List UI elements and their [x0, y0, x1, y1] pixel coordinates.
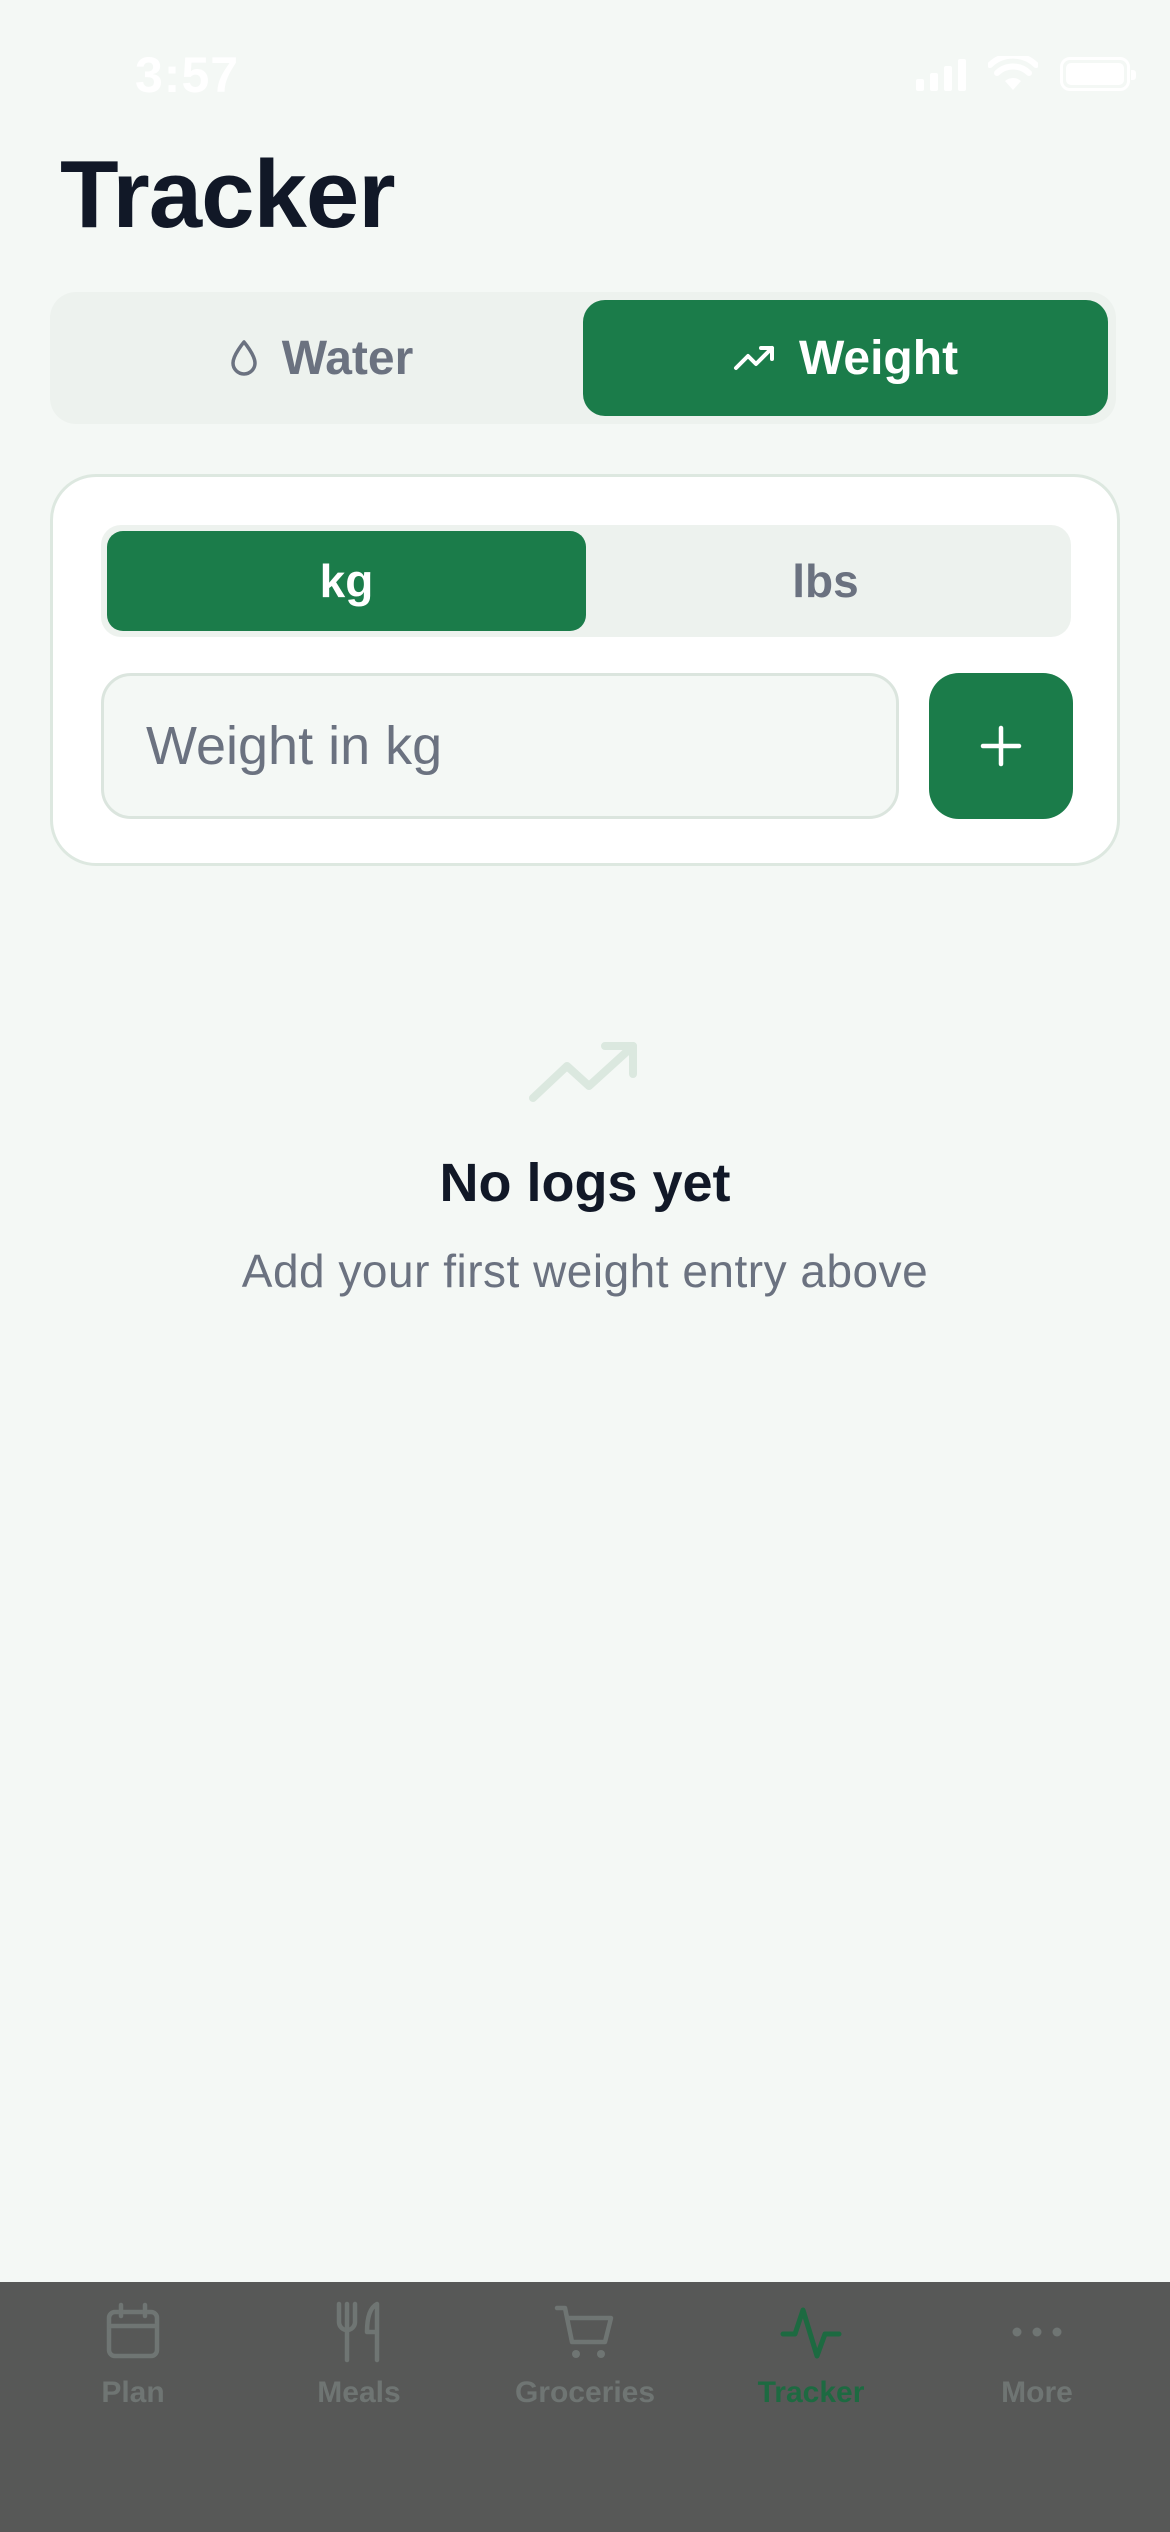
tab-water-label: Water — [281, 331, 414, 385]
calendar-icon — [106, 2302, 160, 2359]
tab-weight[interactable]: Weight — [583, 300, 1108, 416]
add-weight-button[interactable] — [929, 673, 1073, 819]
unit-switch: kg lbs — [101, 525, 1071, 637]
tab-plan-label: Plan — [101, 2376, 165, 2409]
tab-tracker-label: Tracker — [757, 2376, 865, 2409]
status-bar: 3:57 — [0, 0, 1170, 150]
cart-icon — [554, 2305, 614, 2358]
utensils-icon — [336, 2301, 380, 2363]
tab-water[interactable]: Water — [58, 300, 583, 416]
activity-icon — [780, 2307, 842, 2359]
tab-groceries[interactable]: Groceries — [472, 2300, 698, 2532]
status-icons — [916, 56, 1136, 92]
weight-input[interactable] — [101, 673, 899, 819]
tab-more[interactable]: More — [924, 2300, 1150, 2532]
wifi-icon — [988, 56, 1038, 90]
droplet-icon — [230, 340, 257, 376]
battery-icon — [1060, 57, 1136, 91]
status-time: 3:57 — [135, 47, 240, 103]
tab-meals[interactable]: Meals — [246, 2300, 472, 2532]
tab-more-label: More — [1001, 2376, 1073, 2409]
plus-icon — [980, 725, 1022, 767]
more-dots-icon — [1012, 2327, 1062, 2337]
empty-state-subtitle: Add your first weight entry above — [241, 1245, 929, 1297]
tab-tracker[interactable]: Tracker — [698, 2300, 924, 2532]
trending-up-icon — [529, 1042, 637, 1102]
unit-kg-button[interactable]: kg — [107, 531, 586, 631]
trending-up-icon — [733, 346, 774, 370]
tab-meals-label: Meals — [317, 2376, 401, 2409]
tab-groceries-label: Groceries — [514, 2376, 656, 2409]
weight-entry-card: kg lbs — [50, 474, 1120, 866]
tab-weight-label: Weight — [798, 331, 959, 385]
tab-plan[interactable]: Plan — [20, 2300, 246, 2532]
cellular-signal-icon — [916, 57, 966, 91]
bottom-tab-bar: Plan Meals Groceries Tracker More — [0, 2282, 1170, 2532]
unit-lbs-button[interactable]: lbs — [586, 531, 1065, 631]
mode-switch: Water Weight — [50, 292, 1116, 424]
empty-state-title: No logs yet — [439, 1153, 731, 1213]
page-title: Tracker — [60, 141, 396, 248]
